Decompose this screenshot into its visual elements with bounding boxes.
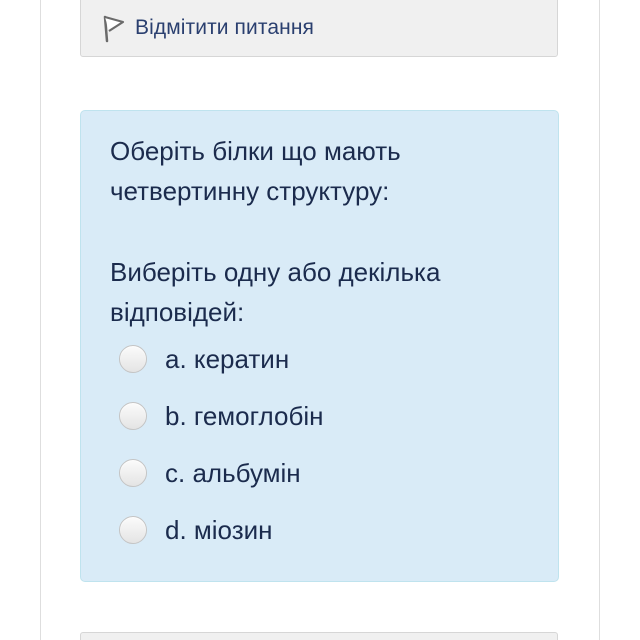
quiz-page: Відмітити питання Оберіть білки що мають… [0, 0, 640, 640]
next-question-box [80, 632, 558, 640]
answer-option-c[interactable]: c. альбумін [119, 453, 301, 493]
answer-label-c: c. альбумін [165, 457, 301, 488]
flag-question-button[interactable]: Відмітити питання [101, 13, 314, 43]
answer-checkbox-a[interactable] [119, 345, 147, 373]
flag-icon [101, 13, 127, 43]
answer-option-a[interactable]: a. кератин [119, 339, 289, 379]
answer-label-d: d. міозин [165, 514, 273, 545]
flag-question-label: Відмітити питання [135, 16, 314, 39]
answer-prompt: Виберіть одну або декілька відповідей: [110, 257, 441, 327]
answer-checkbox-b[interactable] [119, 402, 147, 430]
flag-question-box: Відмітити питання [80, 0, 558, 57]
answer-option-b[interactable]: b. гемоглобін [119, 396, 323, 436]
answer-checkbox-d[interactable] [119, 516, 147, 544]
answer-label-b: b. гемоглобін [165, 400, 324, 431]
question-box: Оберіть білки що мають четвертинну струк… [80, 110, 559, 582]
answer-label-a: a. кератин [165, 343, 290, 374]
answer-option-d[interactable]: d. міозин [119, 510, 273, 550]
question-text: Оберіть білки що мають четвертинну струк… [110, 136, 401, 206]
answer-checkbox-c[interactable] [119, 459, 147, 487]
